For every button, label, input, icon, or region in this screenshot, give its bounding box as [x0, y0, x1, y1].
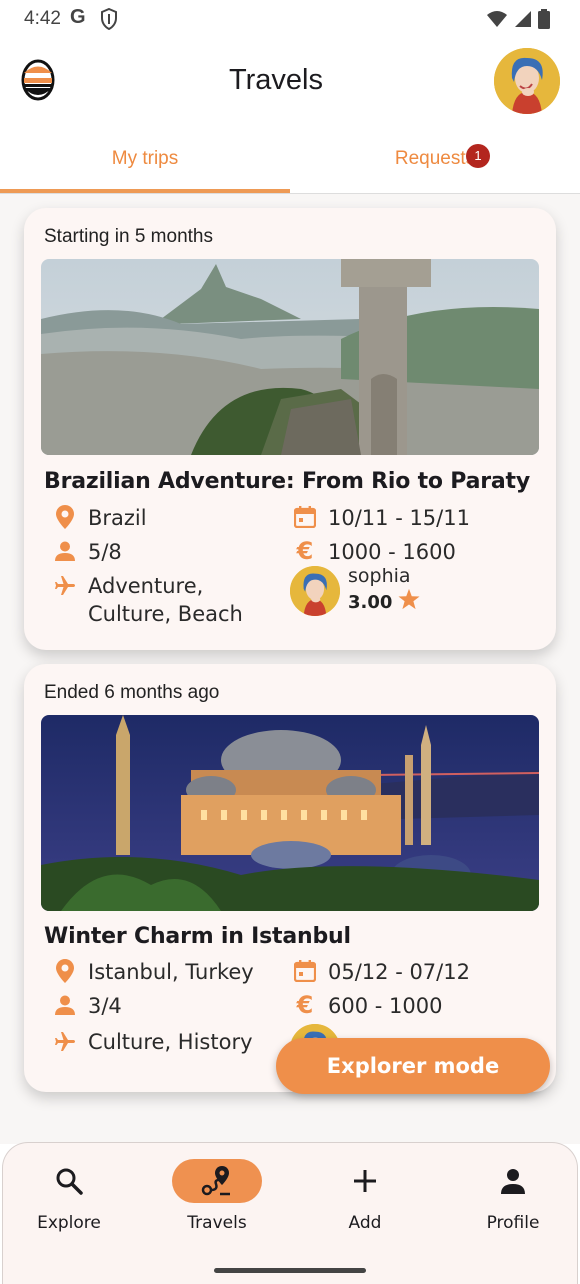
shield-icon — [100, 7, 118, 35]
calendar-icon — [292, 958, 318, 984]
trip-dates: 05/12 - 07/12 — [292, 958, 470, 986]
organizer-name: sophia — [348, 565, 411, 587]
bottom-navigation: Explore Travels Add Profile — [2, 1142, 578, 1284]
euro-icon: € — [296, 537, 314, 565]
trip-card[interactable]: Starting in 5 months Brazilian Adventure… — [24, 208, 556, 650]
trip-title: Winter Charm in Istanbul — [44, 924, 351, 949]
star-icon — [398, 588, 420, 618]
nav-travels[interactable]: Travels — [157, 1159, 277, 1233]
trip-organizer[interactable]: sophia 3.00 — [290, 564, 420, 618]
trip-image-rio — [41, 259, 539, 455]
euro-icon: € — [296, 991, 314, 1019]
nav-label: Profile — [486, 1213, 540, 1233]
requests-badge: 1 — [466, 144, 490, 168]
location-pin-icon — [52, 504, 78, 530]
trip-when: Starting in 5 months — [44, 226, 213, 247]
wifi-icon — [486, 10, 508, 33]
nav-label: Travels — [187, 1213, 247, 1233]
tab-label: Requests — [394, 148, 476, 169]
plane-icon — [52, 1028, 78, 1054]
trip-budget: € 600 - 1000 — [292, 991, 443, 1020]
location-pin-icon — [52, 958, 78, 984]
trip-budget: € 1000 - 1600 — [292, 537, 456, 566]
plane-icon — [52, 572, 78, 598]
person-icon — [52, 992, 78, 1018]
battery-icon — [538, 9, 550, 34]
organizer-avatar — [290, 566, 340, 616]
trip-categories: Culture, History — [52, 1028, 253, 1056]
nav-profile[interactable]: Profile — [453, 1159, 573, 1233]
person-icon — [52, 538, 78, 564]
signal-icon — [514, 10, 532, 33]
status-bar: 4:42 G — [0, 0, 580, 38]
nav-label: Add — [348, 1213, 382, 1233]
gesture-bar[interactable] — [214, 1268, 366, 1273]
trip-dates: 10/11 - 15/11 — [292, 504, 470, 532]
route-icon — [172, 1159, 262, 1203]
person-icon — [453, 1159, 573, 1203]
nav-explore[interactable]: Explore — [9, 1159, 129, 1233]
calendar-icon — [292, 504, 318, 530]
trip-list[interactable]: Starting in 5 months Brazilian Adventure… — [0, 194, 580, 1144]
page-title: Travels — [229, 64, 323, 96]
trip-image-istanbul — [41, 715, 539, 911]
trip-location: Brazil — [52, 504, 147, 532]
organizer-rating: 3.00 — [348, 588, 420, 618]
tab-label: My trips — [111, 148, 179, 169]
user-avatar[interactable] — [494, 48, 560, 114]
status-time: 4:42 — [24, 8, 61, 29]
trip-when: Ended 6 months ago — [44, 682, 220, 703]
nav-add[interactable]: Add — [305, 1159, 425, 1233]
app-bar: Travels — [0, 38, 580, 134]
trip-location: Istanbul, Turkey — [52, 958, 254, 986]
tab-my-trips[interactable]: My trips — [0, 134, 290, 193]
trip-participants: 5/8 — [52, 538, 122, 566]
nav-label: Explore — [37, 1213, 101, 1233]
trip-card[interactable]: Ended 6 months ago Winter Charm in Istan… — [24, 664, 556, 1092]
plus-icon — [305, 1159, 425, 1203]
tab-requests[interactable]: Requests 1 — [290, 134, 580, 192]
google-icon: G — [70, 6, 86, 28]
trip-title: Brazilian Adventure: From Rio to Paraty — [44, 469, 531, 494]
trip-categories: Adventure, Culture, Beach — [52, 572, 243, 628]
active-tab-indicator — [0, 189, 290, 193]
status-icons — [486, 9, 550, 34]
search-icon — [9, 1159, 129, 1203]
trip-participants: 3/4 — [52, 992, 122, 1020]
tab-bar: My trips Requests 1 — [0, 134, 580, 194]
explorer-mode-button[interactable]: Explorer mode — [276, 1038, 550, 1094]
